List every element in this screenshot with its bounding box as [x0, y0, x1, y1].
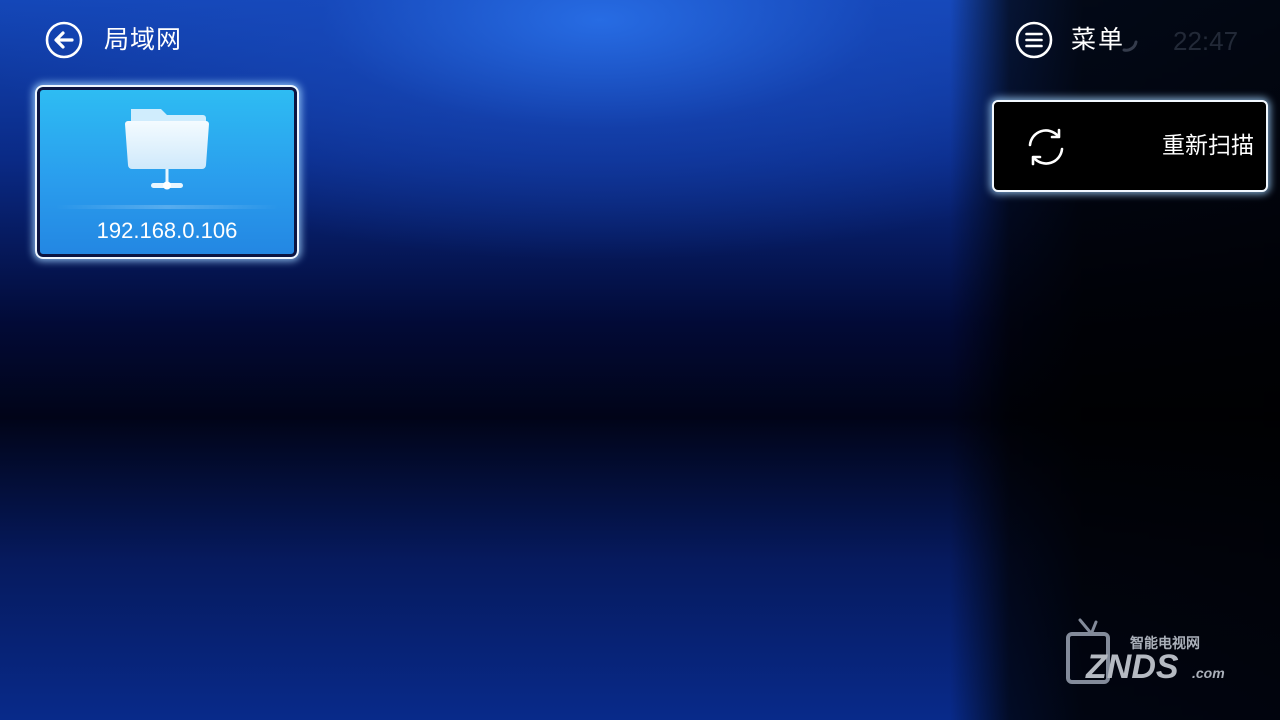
refresh-icon	[1028, 128, 1064, 166]
back-arrow-icon	[45, 21, 83, 59]
znds-watermark-logo: 智能电视网 ZNDS .com	[1066, 618, 1225, 686]
page-title: 局域网	[104, 25, 183, 54]
rescan-menu-item[interactable]: 重新扫描	[992, 100, 1268, 192]
rescan-label: 重新扫描	[1162, 133, 1254, 159]
clock: 22:47	[1173, 26, 1239, 56]
device-tile[interactable]: 192.168.0.106	[35, 85, 299, 259]
watermark-suffix: .com	[1192, 665, 1225, 681]
tile-divider	[55, 205, 279, 209]
device-label: 192.168.0.106	[96, 218, 238, 243]
menu-icon	[1015, 21, 1053, 59]
back-button[interactable]	[44, 20, 84, 60]
loading-arc-icon	[1122, 40, 1138, 52]
menu-button[interactable]	[1014, 20, 1054, 60]
network-folder-icon	[125, 109, 209, 190]
watermark-brand: ZNDS	[1085, 648, 1179, 686]
menu-label[interactable]: 菜单	[1071, 22, 1125, 58]
